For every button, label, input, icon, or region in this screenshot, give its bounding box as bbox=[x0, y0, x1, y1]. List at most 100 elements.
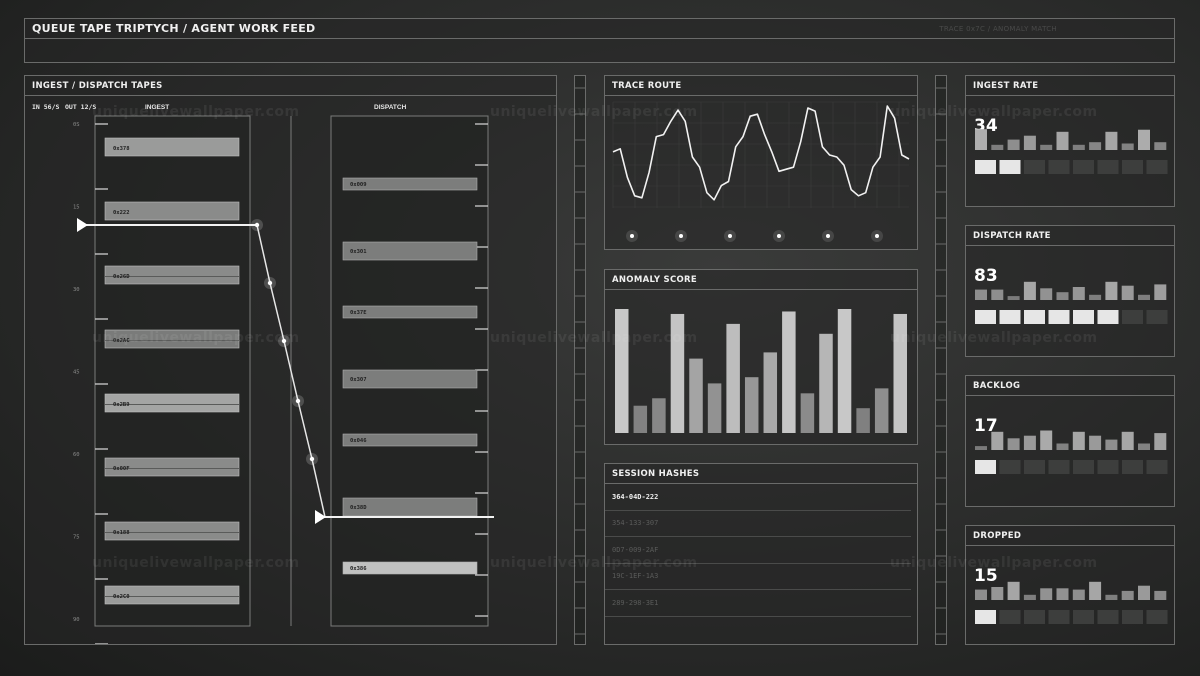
metric-bar bbox=[991, 289, 1004, 300]
dispatch-item-label: 0x046 bbox=[350, 438, 367, 444]
session-hash: 354-133-307 bbox=[612, 519, 659, 528]
metric-bar bbox=[1089, 294, 1102, 300]
metric-bar bbox=[991, 431, 1004, 450]
metric-cell-lit bbox=[1024, 310, 1045, 324]
ingest-item-label: 0x2B9 bbox=[113, 402, 130, 408]
metric-bar bbox=[1138, 443, 1150, 450]
metric-card-dropped: DROPPED 15 bbox=[965, 525, 1175, 645]
route-node bbox=[267, 280, 273, 286]
metric-cell bbox=[1048, 160, 1070, 174]
session-row[interactable]: 289-298-3E1 bbox=[605, 590, 911, 617]
metric-bar bbox=[991, 587, 1004, 600]
scale-tick-label: 75 bbox=[73, 535, 80, 541]
metric-cell bbox=[1146, 460, 1168, 474]
metric-bar bbox=[1105, 131, 1118, 150]
ingest-item-label: 0x2AC bbox=[113, 338, 130, 344]
metric-sparkbars bbox=[975, 281, 1168, 324]
ingest-item-label: 0x26D bbox=[113, 274, 130, 280]
metric-cell bbox=[1122, 460, 1143, 474]
scale-tick-label: 45 bbox=[73, 370, 80, 376]
metric-bar bbox=[1154, 284, 1167, 300]
session-hashes-title: SESSION HASHES bbox=[605, 464, 917, 484]
scale-tick-label: 90 bbox=[73, 617, 80, 623]
anomaly-bar bbox=[744, 377, 759, 433]
scale-tick-label: 60 bbox=[73, 452, 80, 458]
metric-bar bbox=[1072, 144, 1085, 150]
metric-cell-lit bbox=[975, 460, 996, 474]
metric-bar bbox=[1154, 433, 1167, 450]
metric-bar bbox=[975, 129, 987, 150]
metric-card-backlog: BACKLOG 17 bbox=[965, 375, 1175, 507]
metric-bar bbox=[1023, 281, 1036, 300]
dispatch-item-label: 0x009 bbox=[350, 182, 367, 188]
session-list: 364-04D-222 354-133-307 0D7-009-2AF 19C-… bbox=[605, 484, 911, 617]
dispatch-item-label: 0x307 bbox=[350, 377, 367, 383]
metric-cell-lit bbox=[1048, 310, 1070, 324]
metric-cell-lit bbox=[1097, 310, 1119, 324]
metric-bar bbox=[1072, 287, 1085, 300]
metric-bar bbox=[975, 446, 987, 450]
anomaly-bar bbox=[615, 309, 629, 433]
session-hashes-panel: SESSION HASHES 364-04D-222 354-133-307 0… bbox=[604, 463, 918, 645]
metric-bar bbox=[1105, 281, 1118, 300]
metric-bar bbox=[1121, 143, 1134, 150]
session-row[interactable]: 0D7-009-2AF bbox=[605, 537, 911, 564]
metric-cell-lit bbox=[975, 610, 996, 624]
anomaly-bar bbox=[689, 358, 703, 433]
metric-title: BACKLOG bbox=[966, 376, 1174, 396]
session-hash: 19C-1EF-1A3 bbox=[612, 572, 659, 581]
trace-route-title: TRACE ROUTE bbox=[605, 76, 917, 96]
metric-cell bbox=[1146, 310, 1168, 324]
metric-bar bbox=[1040, 144, 1053, 150]
metric-bar bbox=[991, 144, 1004, 150]
header-bar: QUEUE TAPE TRIPTYCH / AGENT WORK FEED TR… bbox=[25, 19, 1174, 39]
metric-cell bbox=[1146, 610, 1168, 624]
metric-bar bbox=[1040, 430, 1053, 450]
metric-cell bbox=[1097, 610, 1119, 624]
rail-ticks bbox=[936, 87, 946, 635]
right-rail bbox=[935, 75, 947, 645]
anomaly-bar bbox=[893, 313, 907, 433]
metric-bar bbox=[1007, 139, 1020, 150]
metric-bar bbox=[1007, 438, 1020, 450]
metric-cell bbox=[1122, 610, 1143, 624]
session-hash: 0D7-009-2AF bbox=[612, 545, 659, 554]
metric-bar bbox=[1040, 288, 1053, 300]
route-node bbox=[281, 338, 287, 344]
metric-bar bbox=[1040, 588, 1053, 600]
metric-cell-lit bbox=[999, 160, 1021, 174]
metric-bar bbox=[1105, 594, 1118, 600]
anomaly-bar bbox=[819, 333, 833, 433]
metric-bar bbox=[1056, 443, 1069, 450]
route-node bbox=[254, 222, 260, 228]
metric-cell bbox=[1146, 160, 1168, 174]
metric-bar bbox=[1089, 142, 1102, 150]
session-row[interactable]: 354-133-307 bbox=[605, 511, 911, 537]
metric-cell-lit bbox=[999, 310, 1021, 324]
metric-bar bbox=[1089, 581, 1102, 600]
anomaly-bar bbox=[782, 311, 796, 433]
metric-bar bbox=[1138, 294, 1150, 300]
metric-cell bbox=[999, 610, 1021, 624]
session-row[interactable]: 364-04D-222 bbox=[605, 484, 911, 511]
tapes-canvas: 0S 15 30 45 60 75 90 0x378 0x222 0x26D 0x2AC 0x2B9 0… bbox=[73, 115, 494, 644]
anomaly-bar bbox=[874, 388, 889, 433]
ingest-item-label: 0x188 bbox=[113, 530, 130, 536]
metric-cell bbox=[1097, 160, 1119, 174]
metric-sparkbars bbox=[975, 129, 1168, 174]
metric-cell bbox=[1024, 610, 1045, 624]
trace-marker bbox=[630, 234, 634, 238]
metric-title: DISPATCH RATE bbox=[966, 226, 1174, 246]
scale-tick-label: 15 bbox=[73, 205, 80, 211]
metric-cell bbox=[999, 460, 1021, 474]
tapes-panel-title: INGEST / DISPATCH TAPES bbox=[25, 76, 556, 96]
session-row[interactable]: 19C-1EF-1A3 bbox=[605, 564, 911, 590]
trace-route-chart bbox=[612, 101, 910, 242]
dispatch-item-label: 0x386 bbox=[350, 566, 367, 572]
tapes-panel: INGEST / DISPATCH TAPES IN 56/S OUT 12/S… bbox=[24, 75, 557, 645]
ingest-pointer bbox=[77, 218, 88, 232]
metric-bar bbox=[1105, 439, 1118, 450]
metric-bar bbox=[1089, 435, 1102, 450]
anomaly-bar bbox=[837, 309, 852, 433]
anomaly-bar bbox=[726, 323, 740, 433]
